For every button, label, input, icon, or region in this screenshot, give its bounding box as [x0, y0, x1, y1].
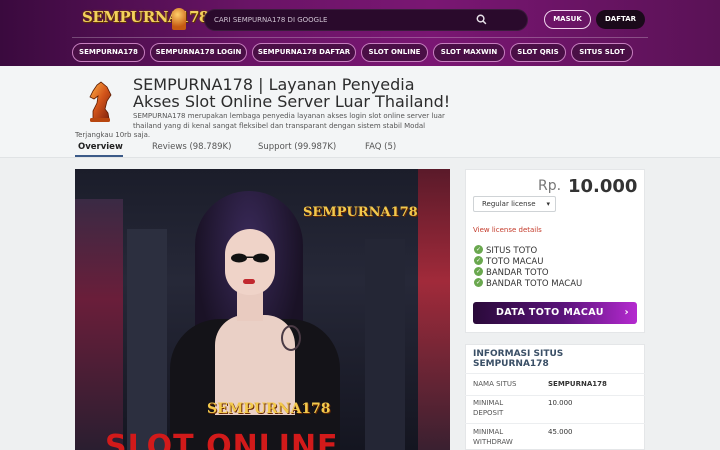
- nav-item-login[interactable]: SEMPURNA178 LOGIN: [150, 43, 247, 62]
- register-button[interactable]: DAFTAR: [596, 10, 645, 29]
- info-value: 10.000: [548, 399, 573, 407]
- site-header: SEMPURNA178 MASUK DAFTAR SEMPURNA178 SEM…: [0, 0, 720, 66]
- neon-sign-right: [418, 169, 450, 450]
- product-banner-image: SEMPURNA178 SEMPURNA178 SLOT ONLINE: [75, 169, 450, 450]
- data-toto-macau-button[interactable]: DATA TOTO MACAU ›: [473, 302, 637, 324]
- model-lips: [243, 279, 255, 284]
- model-neck: [237, 291, 263, 321]
- page-title: SEMPURNA178 | Layanan Penyedia Akses Slo…: [133, 75, 451, 111]
- building: [127, 229, 167, 450]
- info-label: MINIMAL WITHDRAW: [473, 428, 513, 446]
- license-select[interactable]: Regular license ▾: [473, 196, 556, 212]
- check-icon: ✓: [474, 278, 483, 287]
- sunglasses-icon: [231, 253, 269, 263]
- feature-label: BANDAR TOTO MACAU: [486, 279, 583, 289]
- info-value: 45.000: [548, 428, 573, 436]
- price-amount: 10.000: [568, 176, 638, 197]
- info-value: SEMPURNA178: [548, 380, 607, 388]
- banner-logo-top: SEMPURNA178: [303, 205, 418, 220]
- product-description: SEMPURNA178 merupakan lembaga penyedia l…: [133, 112, 445, 130]
- view-license-link[interactable]: View license details: [473, 226, 542, 234]
- search-icon[interactable]: [476, 14, 487, 25]
- feature-label: SITUS TOTO: [486, 246, 538, 256]
- info-card-title: INFORMASI SITUS SEMPURNA178: [473, 349, 564, 369]
- check-icon: ✓: [474, 256, 483, 265]
- logo-text: SEMPURNA178: [82, 8, 209, 26]
- chevron-down-icon: ▾: [546, 200, 550, 208]
- feature-item: ✓ TOTO MACAU: [474, 256, 544, 267]
- horse-logo-icon: [172, 8, 186, 30]
- cta-label: DATA TOTO MACAU: [496, 307, 604, 318]
- license-select-value: Regular license: [482, 200, 536, 208]
- feature-label: BANDAR TOTO: [486, 268, 549, 278]
- check-icon: ✓: [474, 267, 483, 276]
- nav-item-slot-qris[interactable]: SLOT QRIS: [510, 43, 566, 62]
- login-button[interactable]: MASUK: [544, 10, 591, 29]
- feature-label: TOTO MACAU: [486, 257, 544, 267]
- nav-item-sempurna178[interactable]: SEMPURNA178: [72, 43, 145, 62]
- nav-item-situs-slot[interactable]: SITUS SLOT: [571, 43, 633, 62]
- search-input[interactable]: [214, 12, 474, 28]
- rose-tattoo: [281, 325, 301, 351]
- site-logo[interactable]: SEMPURNA178: [82, 8, 209, 32]
- neon-building-left: [75, 199, 123, 450]
- info-label: NAMA SITUS: [473, 380, 517, 388]
- nav-item-slot-online[interactable]: SLOT ONLINE: [361, 43, 428, 62]
- info-label: MINIMAL DEPOSIT: [473, 399, 504, 417]
- tab-faq[interactable]: FAQ (5): [365, 142, 396, 152]
- tab-support[interactable]: Support (99.987K): [258, 142, 336, 152]
- knight-logo-icon: [89, 81, 112, 122]
- feature-item: ✓ SITUS TOTO: [474, 245, 538, 256]
- product-description-cont: Terjangkau 10rb saja.: [75, 131, 151, 139]
- active-tab-indicator: [75, 155, 123, 157]
- nav-item-slot-maxwin[interactable]: SLOT MAXWIN: [433, 43, 505, 62]
- price-currency: Rp.: [538, 178, 562, 194]
- check-icon: ✓: [474, 245, 483, 254]
- header-divider: [72, 37, 648, 38]
- banner-headline: SLOT ONLINE: [105, 429, 339, 450]
- building: [365, 239, 405, 450]
- tab-reviews[interactable]: Reviews (98.789K): [152, 142, 231, 152]
- tab-overview[interactable]: Overview: [78, 142, 123, 152]
- nav-item-daftar[interactable]: SEMPURNA178 DAFTAR: [252, 43, 356, 62]
- feature-item: ✓ BANDAR TOTO MACAU: [474, 278, 583, 289]
- search-bar[interactable]: [204, 9, 528, 31]
- chevron-right-icon: ›: [624, 307, 629, 318]
- feature-item: ✓ BANDAR TOTO: [474, 267, 549, 278]
- banner-logo-bottom: SEMPURNA178: [207, 401, 331, 417]
